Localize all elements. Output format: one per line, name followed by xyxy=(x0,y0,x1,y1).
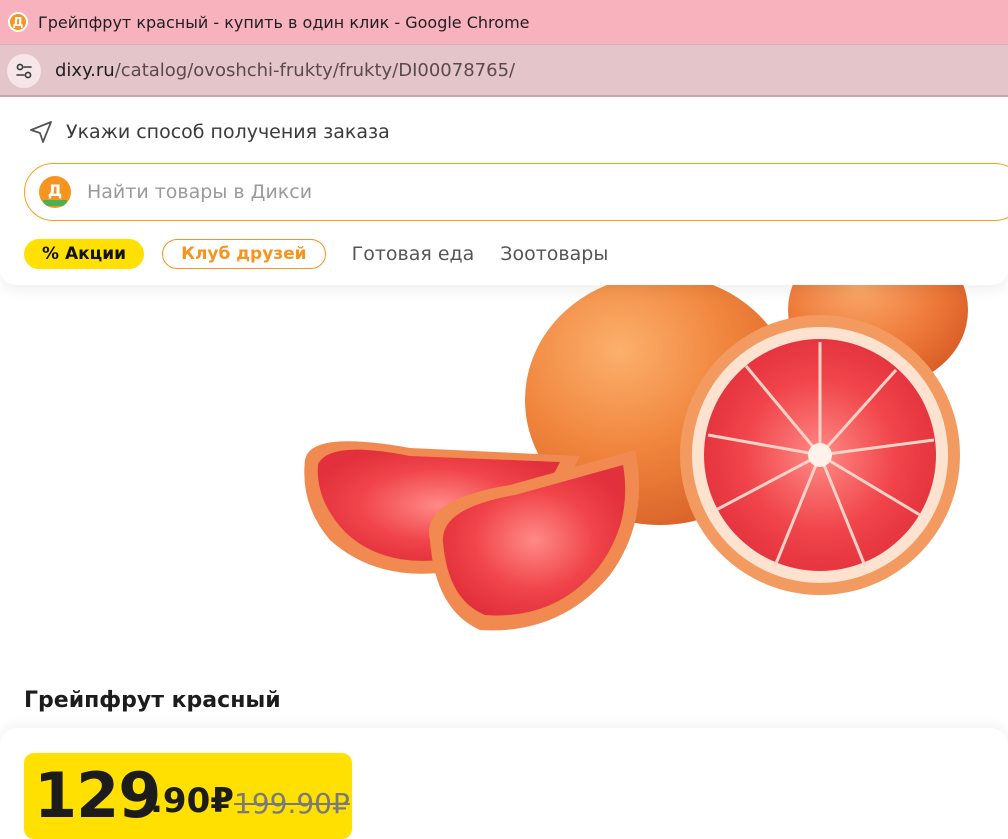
nav-link-pet-goods[interactable]: Зоотовары xyxy=(500,243,608,265)
product-title: Грейпфрут красный xyxy=(24,688,281,713)
search-input[interactable] xyxy=(85,180,789,204)
window-title: Грейпфрут красный - купить в один клик -… xyxy=(38,12,530,32)
friends-club-chip[interactable]: Клуб друзей xyxy=(162,239,326,269)
search-bar[interactable]: Д xyxy=(24,163,1008,221)
price-panel: 129 .90₽ 199.90₽ xyxy=(0,728,1008,839)
category-nav: % Акции Клуб друзей Готовая еда Зоотовар… xyxy=(24,239,608,269)
delivery-method-selector[interactable]: Укажи способ получения заказа xyxy=(28,119,390,145)
browser-titlebar: Д Грейпфрут красный - купить в один клик… xyxy=(0,0,1008,44)
promo-chip[interactable]: % Акции xyxy=(24,239,145,269)
site-header: Укажи способ получения заказа Д % Акции … xyxy=(0,97,1008,285)
url-text[interactable]: dixy.ru/catalog/ovoshchi-frukty/frukty/D… xyxy=(55,60,515,81)
nav-link-ready-food[interactable]: Готовая еда xyxy=(352,243,475,265)
location-arrow-icon xyxy=(30,121,52,143)
url-host: dixy.ru xyxy=(55,60,115,81)
delivery-prompt: Укажи способ получения заказа xyxy=(66,121,390,143)
logo-letter: Д xyxy=(47,180,63,200)
url-path: /catalog/ovoshchi-frukty/frukty/DI000787… xyxy=(114,60,516,81)
price-rubles: 129 xyxy=(34,759,161,832)
address-bar[interactable]: dixy.ru/catalog/ovoshchi-frukty/frukty/D… xyxy=(0,44,1008,96)
site-settings-icon[interactable] xyxy=(7,53,41,88)
price-badge: 129 .90₽ 199.90₽ xyxy=(24,753,352,839)
product-image xyxy=(290,232,980,650)
dixy-logo-icon: Д xyxy=(39,176,71,208)
price-kopecks: .90₽ xyxy=(150,781,234,821)
site-favicon-icon: Д xyxy=(8,12,28,32)
old-price: 199.90₽ xyxy=(234,787,350,820)
